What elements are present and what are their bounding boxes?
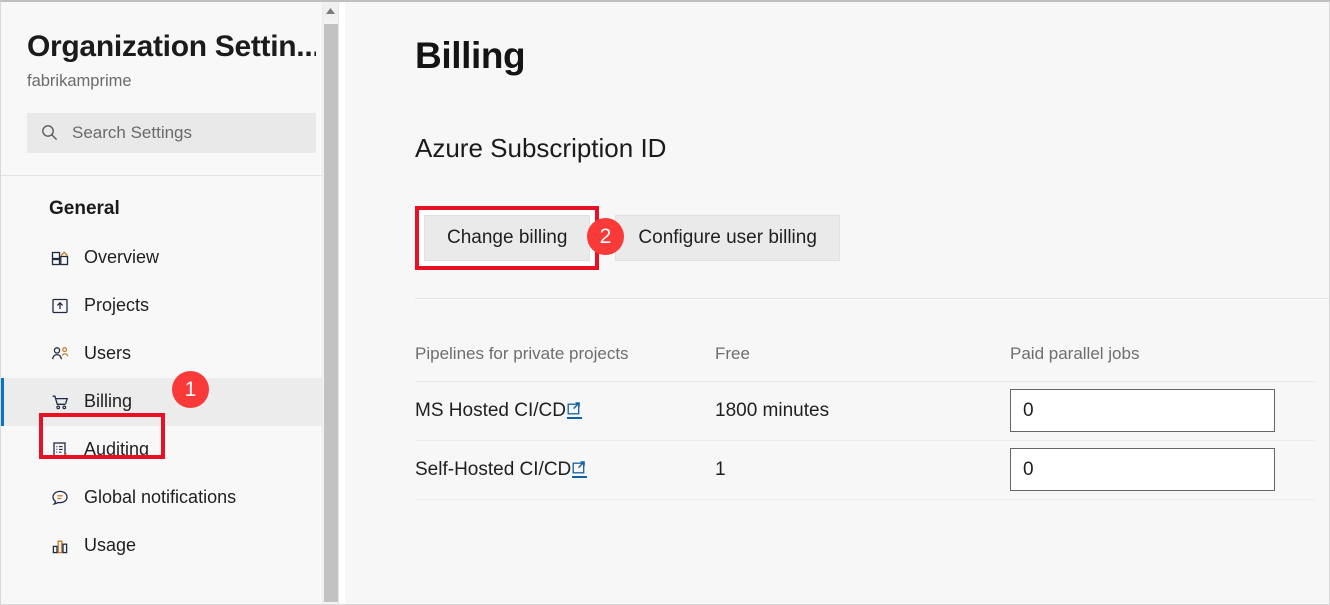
cell-paid-parallel-jobs [1010, 440, 1315, 500]
configure-user-billing-button[interactable]: Configure user billing [615, 214, 840, 261]
self-hosted-ci-cd-link[interactable]: Self-Hosted CI/CD [415, 458, 588, 481]
sidebar-nav-list: Overview Projects Users Billing Auditing… [1, 234, 338, 570]
sidebar-item-label: Projects [84, 295, 150, 315]
external-link-icon[interactable] [566, 401, 582, 419]
search-settings-box[interactable] [27, 112, 316, 153]
clipboard-check-icon [49, 439, 71, 461]
pipeline-name-label: MS Hosted CI/CD [415, 399, 566, 421]
dashboard-icon [49, 247, 71, 269]
change-billing-button[interactable]: Change billing [424, 214, 591, 261]
organization-name: fabrikamprime [27, 71, 132, 90]
settings-sidebar: Organization Settin... fabrikamprime Gen… [1, 2, 338, 604]
cell-pipeline-name: MS Hosted CI/CD [415, 381, 715, 441]
sidebar-item-label: Billing [84, 391, 133, 411]
people-icon [49, 343, 71, 365]
sidebar-item-projects[interactable]: Projects [1, 282, 338, 330]
organization-settings-window: Organization Settin... fabrikamprime Gen… [0, 0, 1330, 605]
ms-hosted-ci-cd-link[interactable]: MS Hosted CI/CD [415, 400, 582, 422]
panel-gap [338, 2, 345, 604]
sidebar-item-auditing[interactable]: Auditing [1, 426, 338, 474]
search-icon [41, 124, 58, 141]
billing-page-header: Billing Azure Subscription ID Change bil… [345, 35, 1329, 270]
cell-free-amount: 1 [715, 440, 1010, 500]
sidebar-item-label: Usage [84, 535, 137, 555]
table-row: Self-Hosted CI/CD 1 [415, 440, 1315, 500]
project-upload-icon [49, 295, 71, 317]
search-input[interactable] [70, 121, 306, 144]
sidebar-item-global-notifications[interactable]: Global notifications [1, 474, 338, 522]
sidebar-item-label: Global notifications [84, 487, 237, 507]
speech-bubble-icon [49, 487, 71, 509]
column-header-paid-parallel-jobs: Paid parallel jobs [1010, 298, 1315, 382]
cell-pipeline-name: Self-Hosted CI/CD [415, 440, 715, 500]
table-header-row: Pipelines for private projects Free Paid… [415, 298, 1315, 382]
sidebar-item-label: Auditing [84, 439, 150, 459]
sidebar-header: Organization Settin... fabrikamprime [1, 2, 338, 91]
sidebar-item-overview[interactable]: Overview [1, 234, 338, 282]
pipelines-table: Pipelines for private projects Free Paid… [415, 298, 1315, 500]
sidebar-scrollbar[interactable] [322, 2, 338, 604]
change-billing-highlight-box: Change billing [415, 205, 600, 270]
sidebar-item-usage[interactable]: Usage [1, 522, 338, 570]
sidebar-item-users[interactable]: Users [1, 330, 338, 378]
sidebar-item-billing[interactable]: Billing [1, 377, 338, 426]
shopping-cart-icon [49, 391, 71, 413]
azure-subscription-id-heading: Azure Subscription ID [415, 132, 667, 163]
billing-actions: Change billing Configure user billing [415, 205, 1313, 270]
annotation-badge-2: 2 [587, 218, 624, 255]
scrollbar-up-arrow-icon[interactable] [323, 2, 338, 20]
paid-parallel-jobs-input[interactable] [1010, 389, 1275, 433]
annotation-badge-1: 1 [172, 371, 209, 408]
cell-free-amount: 1800 minutes [715, 381, 1010, 441]
sidebar-item-label: Users [84, 343, 132, 363]
bar-chart-icon [49, 535, 71, 557]
cell-paid-parallel-jobs [1010, 381, 1315, 441]
column-header-free: Free [715, 298, 1010, 382]
external-link-icon[interactable] [572, 460, 588, 478]
nav-section-general: General [49, 197, 120, 219]
paid-parallel-jobs-input[interactable] [1010, 448, 1275, 492]
search-container [1, 112, 338, 153]
sidebar-item-label: Overview [84, 247, 160, 267]
organization-title: Organization Settin... [27, 30, 316, 63]
pipeline-name-label: Self-Hosted CI/CD [415, 458, 572, 480]
page-title: Billing [415, 35, 526, 76]
column-header-pipelines: Pipelines for private projects [415, 298, 715, 382]
table-row: MS Hosted CI/CD 1800 minutes [415, 381, 1315, 441]
billing-page: Billing Azure Subscription ID Change bil… [345, 2, 1329, 604]
scrollbar-thumb[interactable] [324, 24, 338, 602]
